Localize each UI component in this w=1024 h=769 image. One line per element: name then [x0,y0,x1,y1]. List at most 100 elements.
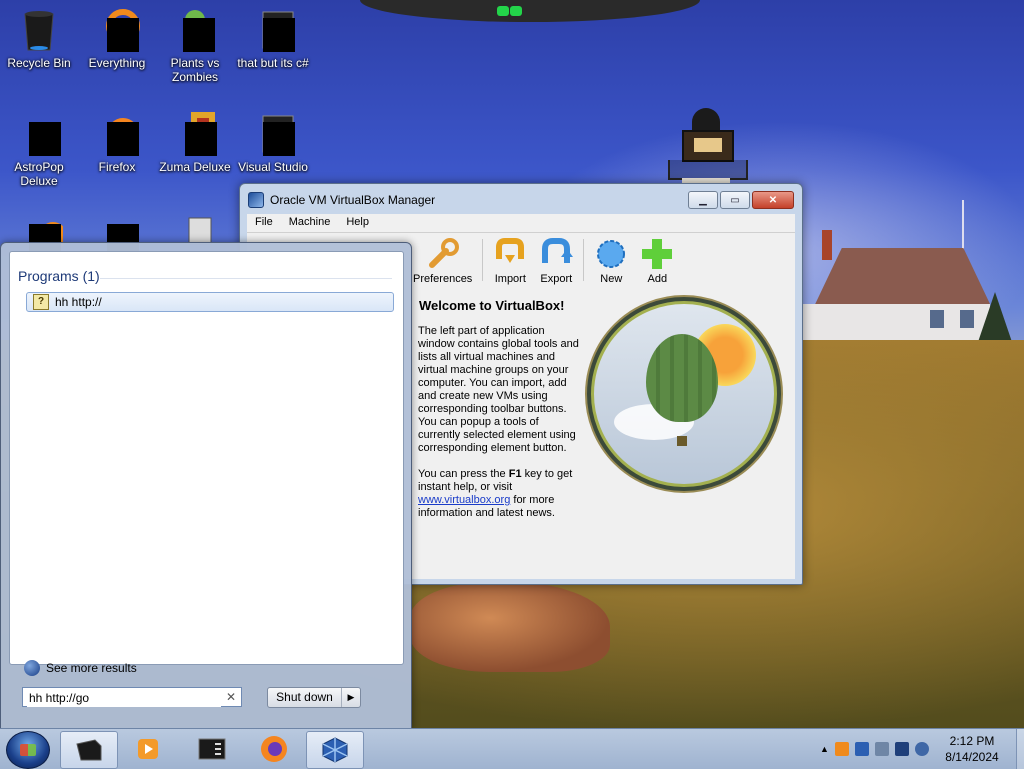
media-player-icon [138,739,158,759]
see-more-results-link[interactable]: See more results [24,660,137,676]
help-paragraph: You can press the F1 key to get instant … [418,468,573,519]
toolbar-label: Import [494,273,526,285]
welcome-title: Welcome to VirtualBox! [419,298,565,313]
welcome-text: The left part of application window cont… [418,325,580,533]
wrench-icon [426,237,460,271]
windows-logo-icon [20,744,36,756]
shutdown-options-arrow-icon[interactable]: ▶ [342,688,360,707]
window-title: Oracle VM VirtualBox Manager [270,193,436,207]
add-button[interactable]: Add [634,235,680,289]
indicator-light [510,6,522,16]
new-star-icon [594,237,628,271]
menu-file[interactable]: File [247,214,281,232]
shutdown-button[interactable]: Shut down ▶ [267,687,361,708]
search-results-pane: Programs (1) ? hh http:// See more resul… [9,251,404,676]
close-button[interactable]: ✕ [752,191,794,209]
export-arrow-icon [539,237,574,271]
icon-label: Zuma Deluxe [159,160,231,174]
shutdown-label[interactable]: Shut down [268,688,342,707]
new-button[interactable]: New [588,235,634,289]
virtualbox-link[interactable]: www.virtualbox.org [418,494,510,506]
icon-label: Everything [88,56,146,70]
desktop-icon-plants-vs-zombies[interactable]: Plants vs Zombies [156,6,234,84]
clock-time: 2:12 PM [949,734,995,748]
tray-action-center-icon[interactable] [874,742,889,756]
search-globe-icon [24,660,40,676]
minimize-button[interactable]: ▁ [688,191,718,209]
house [800,230,990,348]
program-result[interactable]: ? hh http:// [26,292,394,312]
firefox-icon [93,110,141,158]
window-controls: ▁ ▭ ✕ [688,191,794,209]
virtualbox-icon [322,737,348,763]
tray-volume-icon[interactable] [914,742,929,756]
desktop-icon-astropop[interactable]: AstroPop Deluxe [0,110,78,188]
export-button[interactable]: Export [533,235,579,289]
show-desktop-button[interactable] [1016,729,1024,769]
start-search-box[interactable]: ✕ [22,687,242,707]
divider [100,278,392,279]
import-button[interactable]: Import [487,235,533,289]
taskbar-clock[interactable]: 2:12 PM 8/14/2024 [930,733,1014,765]
menu-bar: File Machine Help [247,214,795,232]
astropop-icon [15,110,63,158]
toolbar-label: Preferences [413,273,473,285]
toolbar-label: Add [647,273,668,285]
virtualbox-app-icon [248,192,264,208]
everything-icon [93,6,141,54]
taskbar-app-virtualbox[interactable] [306,731,364,769]
window-titlebar[interactable]: Oracle VM VirtualBox Manager [248,190,435,210]
console-app-icon [249,6,297,54]
import-arrow-icon [493,237,527,271]
console-icon [198,738,226,760]
desktop-icon-recycle-bin[interactable]: Recycle Bin [0,6,78,70]
firefox-icon [261,736,287,762]
system-tray: ▲ [820,731,929,767]
desktop-icon-everything[interactable]: Everything [78,6,156,70]
toolbar-label: New [600,273,623,285]
welcome-paragraph: The left part of application window cont… [418,325,579,454]
toolbar: Preferences Import Export New Add [407,235,680,289]
taskbar-app-firefox[interactable] [246,731,302,767]
toolbar-label: Export [540,273,573,285]
clear-search-icon[interactable]: ✕ [226,690,236,704]
rocks [410,582,610,672]
menu-help[interactable]: Help [338,214,377,232]
desktop-icon-zuma[interactable]: Zuma Deluxe [156,110,234,174]
indicator-light [497,6,509,16]
tray-app-icon[interactable] [854,742,869,756]
recycle-bin-icon [15,6,63,54]
icon-label: AstroPop Deluxe [14,160,64,188]
taskbar-app-media-player[interactable] [120,731,176,767]
black-box-icon [76,739,102,761]
plants-vs-zombies-icon [171,6,219,54]
see-more-label: See more results [46,661,137,675]
desktop-icon-that-but-its-csharp[interactable]: that but its c# [234,6,312,70]
desktop-icon-visual-studio[interactable]: Visual Studio [234,110,312,174]
top-decoration [360,0,700,22]
start-menu: Programs (1) ? hh http:// See more resul… [0,242,412,730]
taskbar-app-console[interactable] [184,731,240,767]
balloon-illustration [585,295,783,493]
preferences-button[interactable]: Preferences [407,235,478,289]
visual-studio-icon [249,110,297,158]
menu-machine[interactable]: Machine [281,214,339,232]
tray-expand-icon[interactable]: ▲ [820,744,829,754]
icon-label: Plants vs Zombies [170,56,220,84]
taskbar-app-explorer[interactable] [60,731,118,769]
tray-network-icon[interactable] [894,742,909,756]
start-button[interactable] [6,731,50,769]
desktop-icon-firefox[interactable]: Firefox [78,110,156,174]
maximize-button[interactable]: ▭ [720,191,750,209]
programs-heading: Programs (1) [18,268,100,284]
help-file-icon: ? [33,294,49,310]
tray-app-icon[interactable] [834,742,849,756]
search-input[interactable] [27,689,221,707]
taskbar: ▲ 2:12 PM 8/14/2024 [0,728,1024,769]
plus-icon [640,237,674,271]
clock-date: 8/14/2024 [945,750,999,764]
zuma-icon [171,110,219,158]
icon-label: Visual Studio [238,160,308,174]
result-label: hh http:// [55,295,102,309]
icon-label: Firefox [98,160,136,174]
